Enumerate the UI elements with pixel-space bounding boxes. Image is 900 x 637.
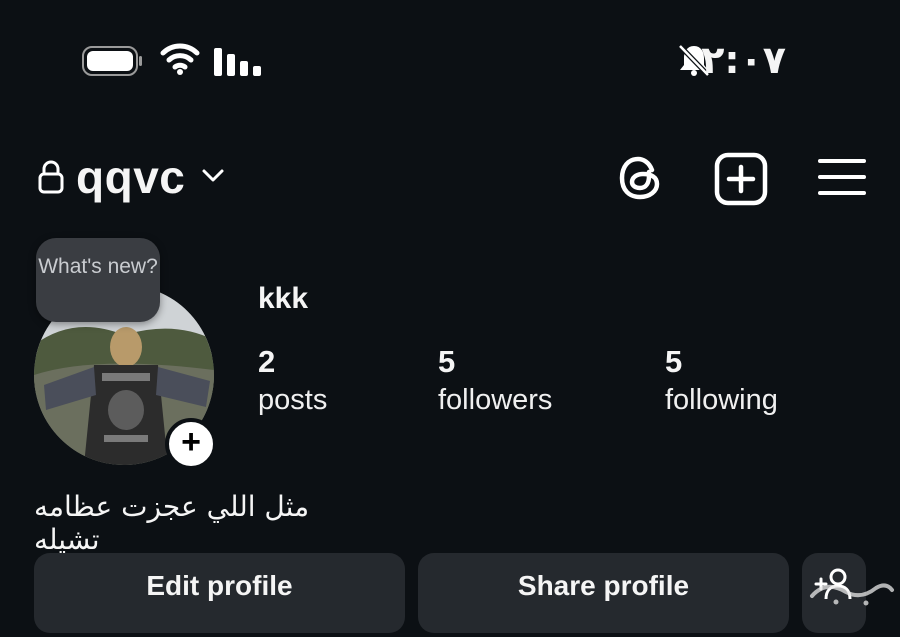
stat-followers[interactable]: 5 followers <box>438 344 552 420</box>
stat-label: posts <box>258 384 328 416</box>
stat-value: 5 <box>438 344 456 379</box>
wifi-icon <box>160 43 200 75</box>
stat-label: followers <box>438 384 553 416</box>
add-story-button[interactable]: + <box>165 418 217 470</box>
clock: ٢:٠٧ <box>701 38 786 82</box>
edit-profile-button[interactable]: Edit profile <box>34 553 405 633</box>
note-bubble[interactable]: What's new? <box>36 238 160 322</box>
stat-posts[interactable]: 2 posts <box>258 344 327 420</box>
chevron-down-icon[interactable] <box>200 166 226 186</box>
stat-value: 5 <box>665 344 683 379</box>
username-switcher[interactable]: qqvc <box>76 150 185 204</box>
new-post-icon[interactable] <box>712 150 770 208</box>
signal-icon <box>214 48 261 76</box>
battery-icon <box>82 46 142 76</box>
stat-following[interactable]: 5 following <box>665 344 778 420</box>
share-profile-button[interactable]: Share profile <box>418 553 789 633</box>
display-name: kkk <box>258 282 309 315</box>
bio-text: مثل اللي عجزت عظامه تشيله <box>34 490 310 556</box>
threads-icon[interactable] <box>612 150 668 206</box>
lock-icon <box>38 160 64 194</box>
watermark-logo <box>810 583 894 606</box>
status-bar: ٢:٠٧ <box>0 0 900 120</box>
menu-icon[interactable] <box>816 156 868 198</box>
stat-value: 2 <box>258 344 276 379</box>
stat-label: following <box>665 384 778 416</box>
